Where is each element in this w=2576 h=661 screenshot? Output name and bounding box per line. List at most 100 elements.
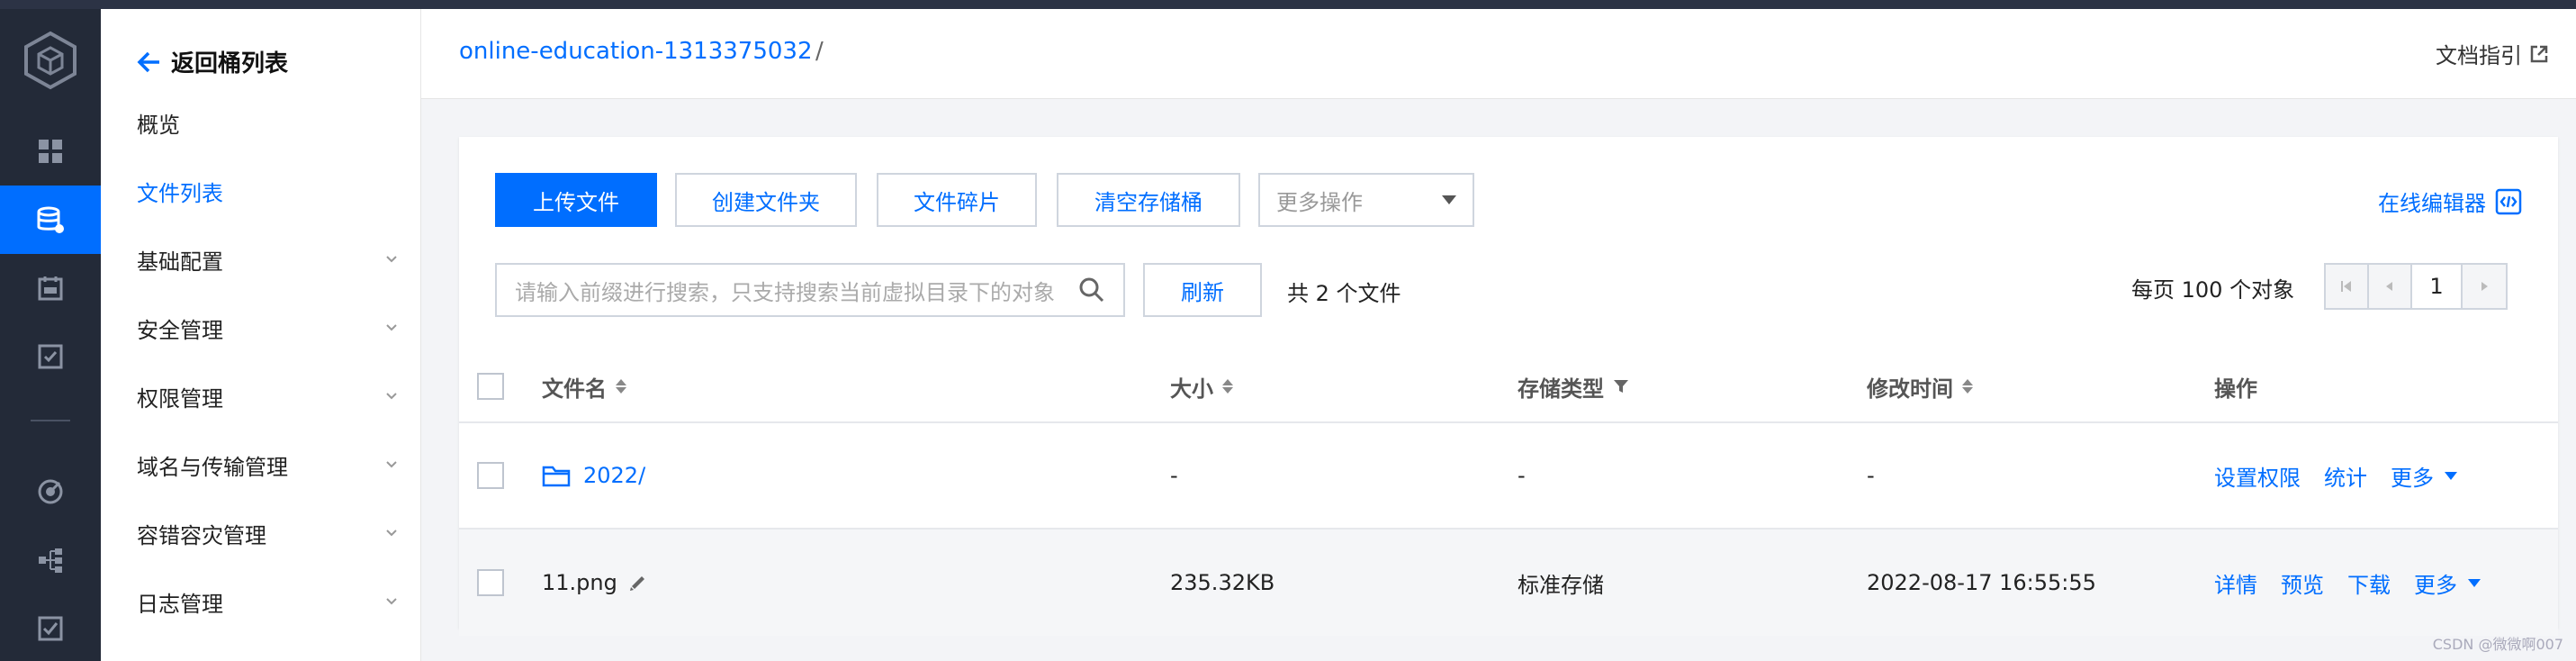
upload-file-button[interactable]: 上传文件 <box>495 173 657 227</box>
row-checkbox[interactable] <box>477 569 504 596</box>
column-name-label: 文件名 <box>542 376 607 402</box>
sidebar-item-label: 域名与传输管理 <box>137 454 288 480</box>
first-page-icon <box>2341 281 2351 292</box>
bucket-icon[interactable] <box>0 186 101 254</box>
search-icon[interactable] <box>1078 276 1105 303</box>
table-header-row: 文件名 大小 存储类型 修改时间 操作 <box>459 351 2558 423</box>
sidebar-item[interactable]: 基础配置 <box>137 241 398 277</box>
caret-down-icon <box>2468 578 2481 587</box>
external-link-icon <box>2530 45 2548 62</box>
details-link[interactable]: 详情 <box>2214 567 2257 599</box>
arrow-left-icon <box>137 51 159 72</box>
actions-cell: 设置权限 统计 更多 <box>2214 423 2457 528</box>
sort-icon[interactable] <box>1962 379 1973 394</box>
set-permission-link[interactable]: 设置权限 <box>2214 460 2301 492</box>
sidebar-item-label: 容错容灾管理 <box>137 522 266 548</box>
bucket-sidebar: 返回桶列表 概览文件列表基础配置安全管理权限管理域名与传输管理 容错容灾管理 日志管… <box>101 9 421 661</box>
pencil-edit-icon[interactable] <box>628 573 648 593</box>
monitor-icon[interactable] <box>0 457 101 526</box>
file-fragments-button[interactable]: 文件碎片 <box>877 173 1037 227</box>
breadcrumb-separator: / <box>815 38 824 65</box>
sidebar-item[interactable]: 日志管理 <box>137 584 398 620</box>
column-storage-type[interactable]: 存储类型 <box>1518 351 1629 421</box>
caret-down-icon <box>1442 195 1456 204</box>
sidebar-item-label: 安全管理 <box>137 317 223 343</box>
first-page-button[interactable] <box>2326 265 2369 308</box>
sidebar-item[interactable]: 文件列表 <box>137 173 398 209</box>
sidebar-item-label: 日志管理 <box>137 591 223 617</box>
row-checkbox-cell <box>477 530 504 636</box>
docs-link-label: 文档指引 <box>2436 43 2522 68</box>
next-page-button[interactable] <box>2463 265 2506 308</box>
sidebar-item-label: 文件列表 <box>137 180 223 206</box>
sidebar-item[interactable]: 权限管理 <box>137 378 398 414</box>
per-page-selector[interactable]: 每页 100 个对象 <box>2131 272 2294 303</box>
column-name[interactable]: 文件名 <box>542 351 626 421</box>
column-size[interactable]: 大小 <box>1170 351 1233 421</box>
pagination: 1 <box>2324 263 2508 310</box>
storage-type-cell: - <box>1518 463 1526 488</box>
table-row: 2022/ - - - 设置权限 统计 更多 <box>459 423 2558 530</box>
chevron-down-icon <box>386 461 397 468</box>
preview-link[interactable]: 预览 <box>2281 567 2324 599</box>
statistics-link[interactable]: 统计 <box>2324 460 2367 492</box>
online-editor-link[interactable]: 在线编辑器 <box>2378 186 2522 217</box>
column-size-label: 大小 <box>1170 376 1213 402</box>
column-actions-label: 操作 <box>2214 376 2257 402</box>
dashboard-icon[interactable] <box>0 117 101 186</box>
select-all-checkbox[interactable] <box>477 373 504 400</box>
checkbox-icon[interactable] <box>0 594 101 661</box>
current-page-number[interactable]: 1 <box>2412 265 2463 308</box>
sort-icon[interactable] <box>616 379 626 394</box>
bucket-name-link[interactable]: online-education-1313375032 <box>459 38 813 65</box>
chevron-down-icon <box>386 530 397 537</box>
table-row: 11.png 235.32KB 标准存储 2022-08-17 16:55:55… <box>459 530 2558 636</box>
sidebar-item[interactable]: 域名与传输管理 <box>137 447 398 483</box>
search-input[interactable]: 请输入前缀进行搜索，只支持搜索当前虚拟目录下的对象 <box>515 275 1055 306</box>
more-dropdown[interactable]: 更多 <box>2414 567 2481 599</box>
more-label: 更多 <box>2391 465 2434 491</box>
chevron-down-icon <box>386 393 397 400</box>
file-list-panel: 上传文件 创建文件夹 文件碎片 清空存储桶 更多操作 在线编辑器 请输入前缀进行… <box>459 137 2558 636</box>
file-count: 共 2 个文件 <box>1287 281 1401 306</box>
more-label: 更多 <box>2414 572 2457 598</box>
more-actions-dropdown[interactable]: 更多操作 <box>1258 173 1474 227</box>
tree-icon[interactable] <box>0 526 101 594</box>
prefix-search-box[interactable]: 请输入前缀进行搜索，只支持搜索当前虚拟目录下的对象 <box>495 263 1125 317</box>
sidebar-item[interactable]: 容错容灾管理 <box>137 515 398 551</box>
row-checkbox-cell <box>477 423 504 528</box>
prev-page-button[interactable] <box>2369 265 2412 308</box>
clear-bucket-button[interactable]: 清空存储桶 <box>1057 173 1240 227</box>
folder-name-link[interactable]: 2022/ <box>583 463 645 488</box>
storage-type-cell: 标准存储 <box>1518 572 1604 598</box>
download-link[interactable]: 下载 <box>2347 567 2391 599</box>
sidebar-item[interactable]: 概览 <box>137 104 398 140</box>
refresh-button[interactable]: 刷新 <box>1143 263 1262 317</box>
create-folder-button[interactable]: 创建文件夹 <box>675 173 857 227</box>
more-dropdown[interactable]: 更多 <box>2391 460 2457 492</box>
icon-rail <box>0 9 101 661</box>
column-actions: 操作 <box>2214 351 2257 421</box>
row-checkbox[interactable] <box>477 462 504 489</box>
rail-divider <box>31 420 70 421</box>
back-to-bucket-list[interactable]: 返回桶列表 <box>137 45 288 78</box>
watermark: CSDN @微微啊007 <box>2432 636 2563 653</box>
sidebar-item[interactable]: 安全管理 <box>137 310 398 346</box>
more-actions-label: 更多操作 <box>1276 189 1363 215</box>
cube-logo-icon[interactable] <box>23 31 77 90</box>
chevron-down-icon <box>386 324 397 331</box>
size-cell: - <box>1170 463 1178 488</box>
column-modified-time[interactable]: 修改时间 <box>1867 351 1973 421</box>
task-check-icon[interactable] <box>0 322 101 391</box>
calendar-icon[interactable] <box>0 254 101 322</box>
select-all-checkbox-cell <box>477 351 504 421</box>
file-name-cell: 2022/ <box>542 423 645 528</box>
sidebar-item-label: 权限管理 <box>137 385 223 412</box>
sidebar-item-label: 概览 <box>137 112 180 138</box>
filter-icon[interactable] <box>1613 378 1629 394</box>
sort-icon[interactable] <box>1222 379 1233 394</box>
chevron-down-icon <box>386 256 397 263</box>
page-header: online-education-1313375032 / 文档指引 <box>421 9 2576 99</box>
column-storage-label: 存储类型 <box>1518 376 1604 402</box>
docs-link[interactable]: 文档指引 <box>2436 38 2549 69</box>
